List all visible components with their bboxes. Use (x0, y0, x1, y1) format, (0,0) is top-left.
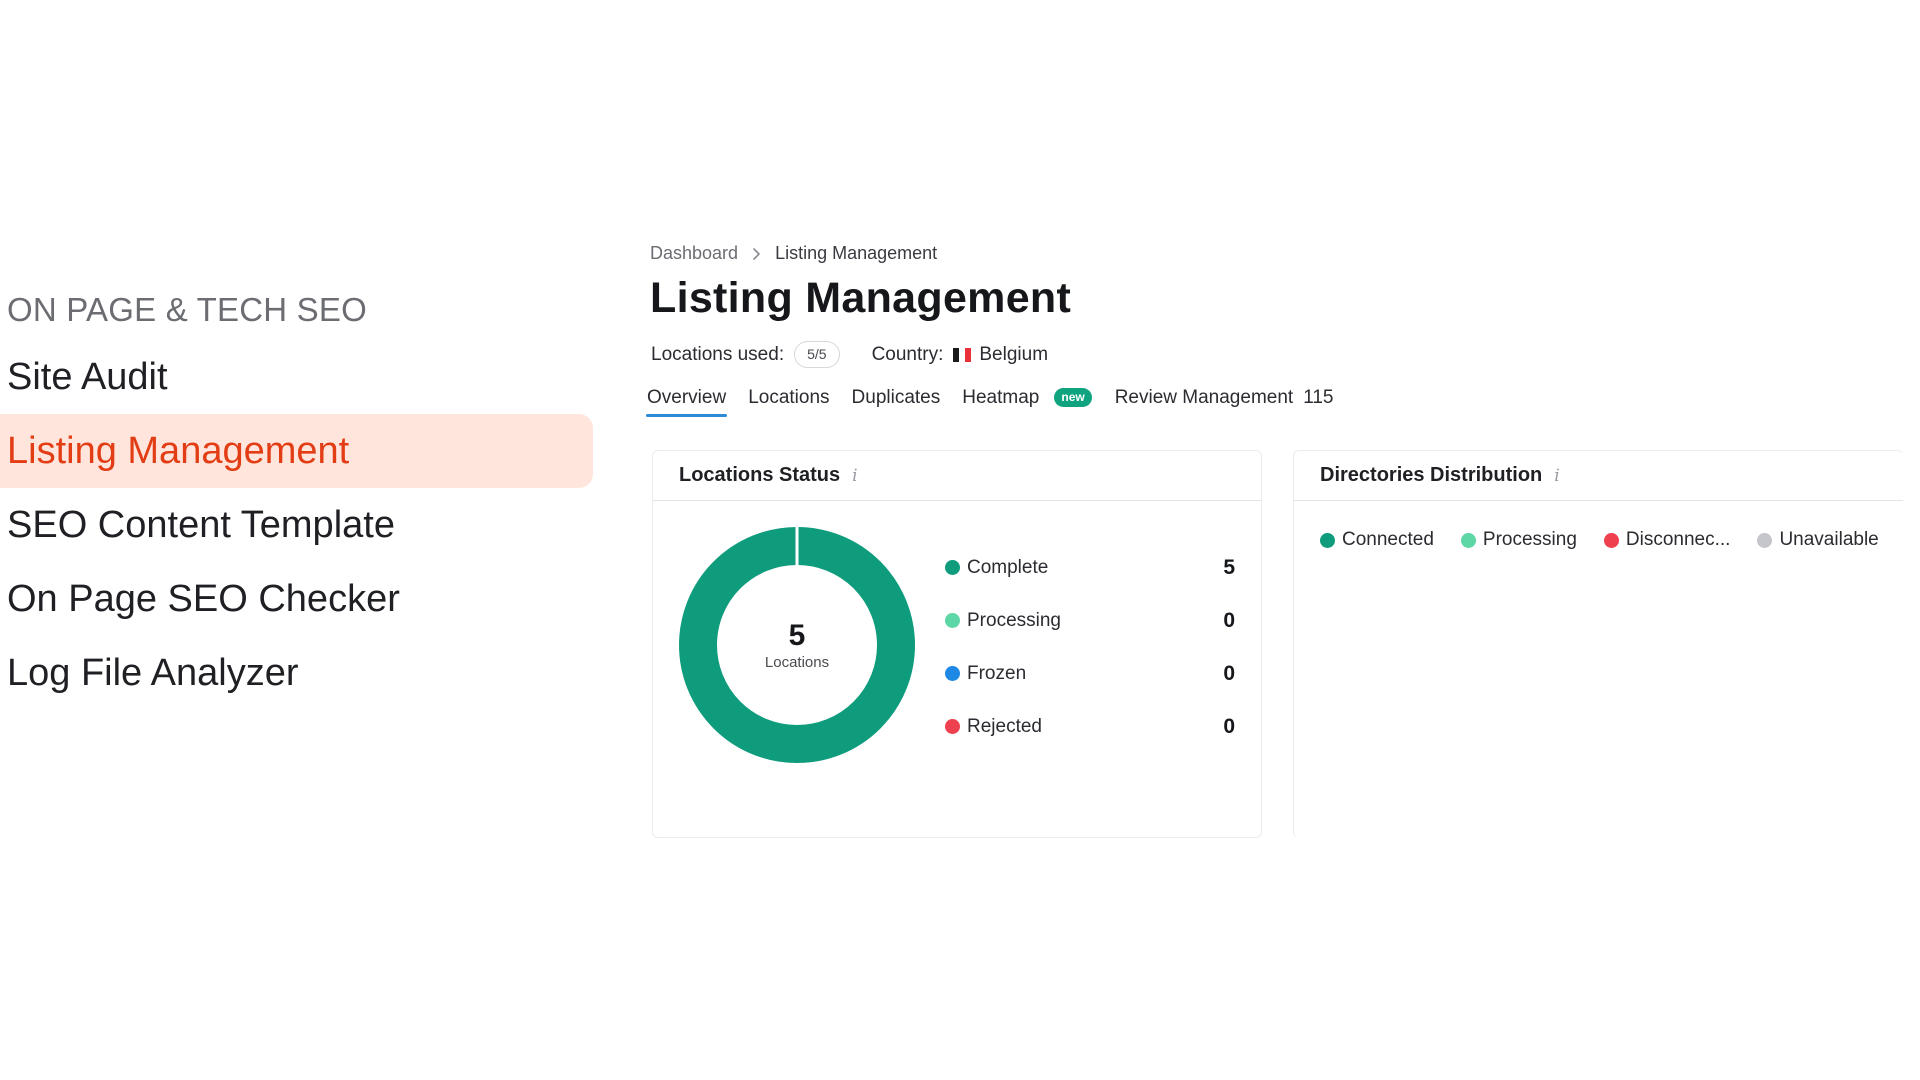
unavailable-dot-icon (1757, 532, 1773, 548)
directories-distribution-card: Directories Distribution i Connected Pro… (1293, 450, 1903, 838)
card-title: Directories Distribution (1320, 464, 1543, 486)
locations-donut-chart: 5 Locations (679, 527, 915, 763)
legend-row-rejected: Rejected 0 (945, 700, 1235, 753)
legend-label: Processing (1482, 529, 1577, 550)
processing-dot-icon (1460, 532, 1476, 548)
directories-legend: Connected Processing Disconnec... Unavai… (1320, 529, 1879, 551)
legend-label: Processing (967, 609, 1061, 631)
legend-label: Connected (1342, 529, 1434, 550)
sidebar: ON PAGE & TECH SEO Site Audit Listing Ma… (0, 280, 600, 710)
sidebar-item-log-file-analyzer[interactable]: Log File Analyzer (0, 636, 600, 710)
legend-value: 0 (1223, 608, 1235, 632)
card-header: Directories Distribution i (1294, 451, 1903, 501)
belgium-flag-icon (953, 347, 972, 362)
legend-value: 5 (1223, 555, 1235, 579)
connected-dot-icon (1320, 532, 1335, 548)
tab-locations[interactable]: Locations (747, 383, 830, 417)
legend-row-complete: Complete 5 (945, 541, 1235, 594)
legend-value: 0 (1223, 661, 1235, 685)
legend-label: Disconnec... (1625, 529, 1731, 550)
sidebar-item-seo-content-template[interactable]: SEO Content Template (0, 488, 600, 562)
legend-row-frozen: Frozen 0 (945, 647, 1235, 700)
sidebar-section-label: ON PAGE & TECH SEO (7, 291, 367, 328)
sidebar-item-on-page-seo-checker[interactable]: On Page SEO Checker (0, 562, 600, 636)
info-icon[interactable]: i (1554, 466, 1559, 486)
breadcrumb: Dashboard Listing Management (650, 243, 937, 264)
donut-total-label: Locations (764, 653, 830, 671)
tab-heatmap[interactable]: Heatmap (961, 383, 1040, 417)
tab-review-management[interactable]: Review Management 115 (1114, 383, 1335, 417)
frozen-dot-icon (945, 666, 960, 681)
complete-dot-icon (945, 560, 960, 575)
donut-total: 5 (788, 618, 806, 652)
card-title: Locations Status (679, 464, 841, 486)
legend-item-unavailable[interactable]: Unavailable (1757, 529, 1879, 551)
tab-review-management-label: Review Management (1114, 387, 1294, 408)
legend-item-disconnected[interactable]: Disconnec... (1603, 529, 1731, 551)
country-selector[interactable]: Belgium (979, 344, 1048, 366)
legend-value: 0 (1223, 714, 1235, 738)
new-badge: new (1054, 387, 1092, 407)
legend-item-connected[interactable]: Connected (1320, 529, 1434, 551)
locations-status-card: Locations Status i 5 Locations Complete … (652, 450, 1262, 838)
tab-duplicates[interactable]: Duplicates (851, 383, 942, 417)
legend-label: Frozen (967, 662, 1027, 684)
processing-dot-icon (945, 613, 960, 628)
breadcrumb-dashboard-link[interactable]: Dashboard (650, 243, 738, 264)
rejected-dot-icon (945, 719, 960, 734)
sidebar-item-site-audit[interactable]: Site Audit (0, 340, 600, 414)
status-legend: Complete 5 Processing 0 Frozen 0 Rejecte… (945, 541, 1235, 753)
legend-item-processing[interactable]: Processing (1460, 529, 1577, 551)
legend-label: Rejected (967, 715, 1042, 737)
donut-center: 5 Locations (679, 527, 915, 763)
legend-row-processing: Processing 0 (945, 594, 1235, 647)
card-header: Locations Status i (653, 451, 1261, 501)
tab-overview[interactable]: Overview (646, 383, 728, 417)
meta-row: Locations used: 5/5 Country: Belgium (651, 341, 1048, 368)
legend-label: Unavailable (1779, 529, 1879, 550)
legend-label: Complete (967, 556, 1049, 578)
locations-used-label: Locations used: (651, 343, 785, 365)
locations-used-badge: 5/5 (794, 341, 840, 368)
country-label: Country: (871, 343, 944, 365)
breadcrumb-current: Listing Management (775, 243, 938, 263)
disconnected-dot-icon (1603, 532, 1619, 548)
tabs: Overview Locations Duplicates Heatmap ne… (646, 383, 1354, 417)
sidebar-item-listing-management[interactable]: Listing Management (0, 414, 593, 488)
info-icon[interactable]: i (852, 466, 857, 486)
page-title: Listing Management (650, 274, 1072, 322)
chevron-right-icon (752, 247, 761, 261)
review-count: 115 (1303, 387, 1334, 408)
